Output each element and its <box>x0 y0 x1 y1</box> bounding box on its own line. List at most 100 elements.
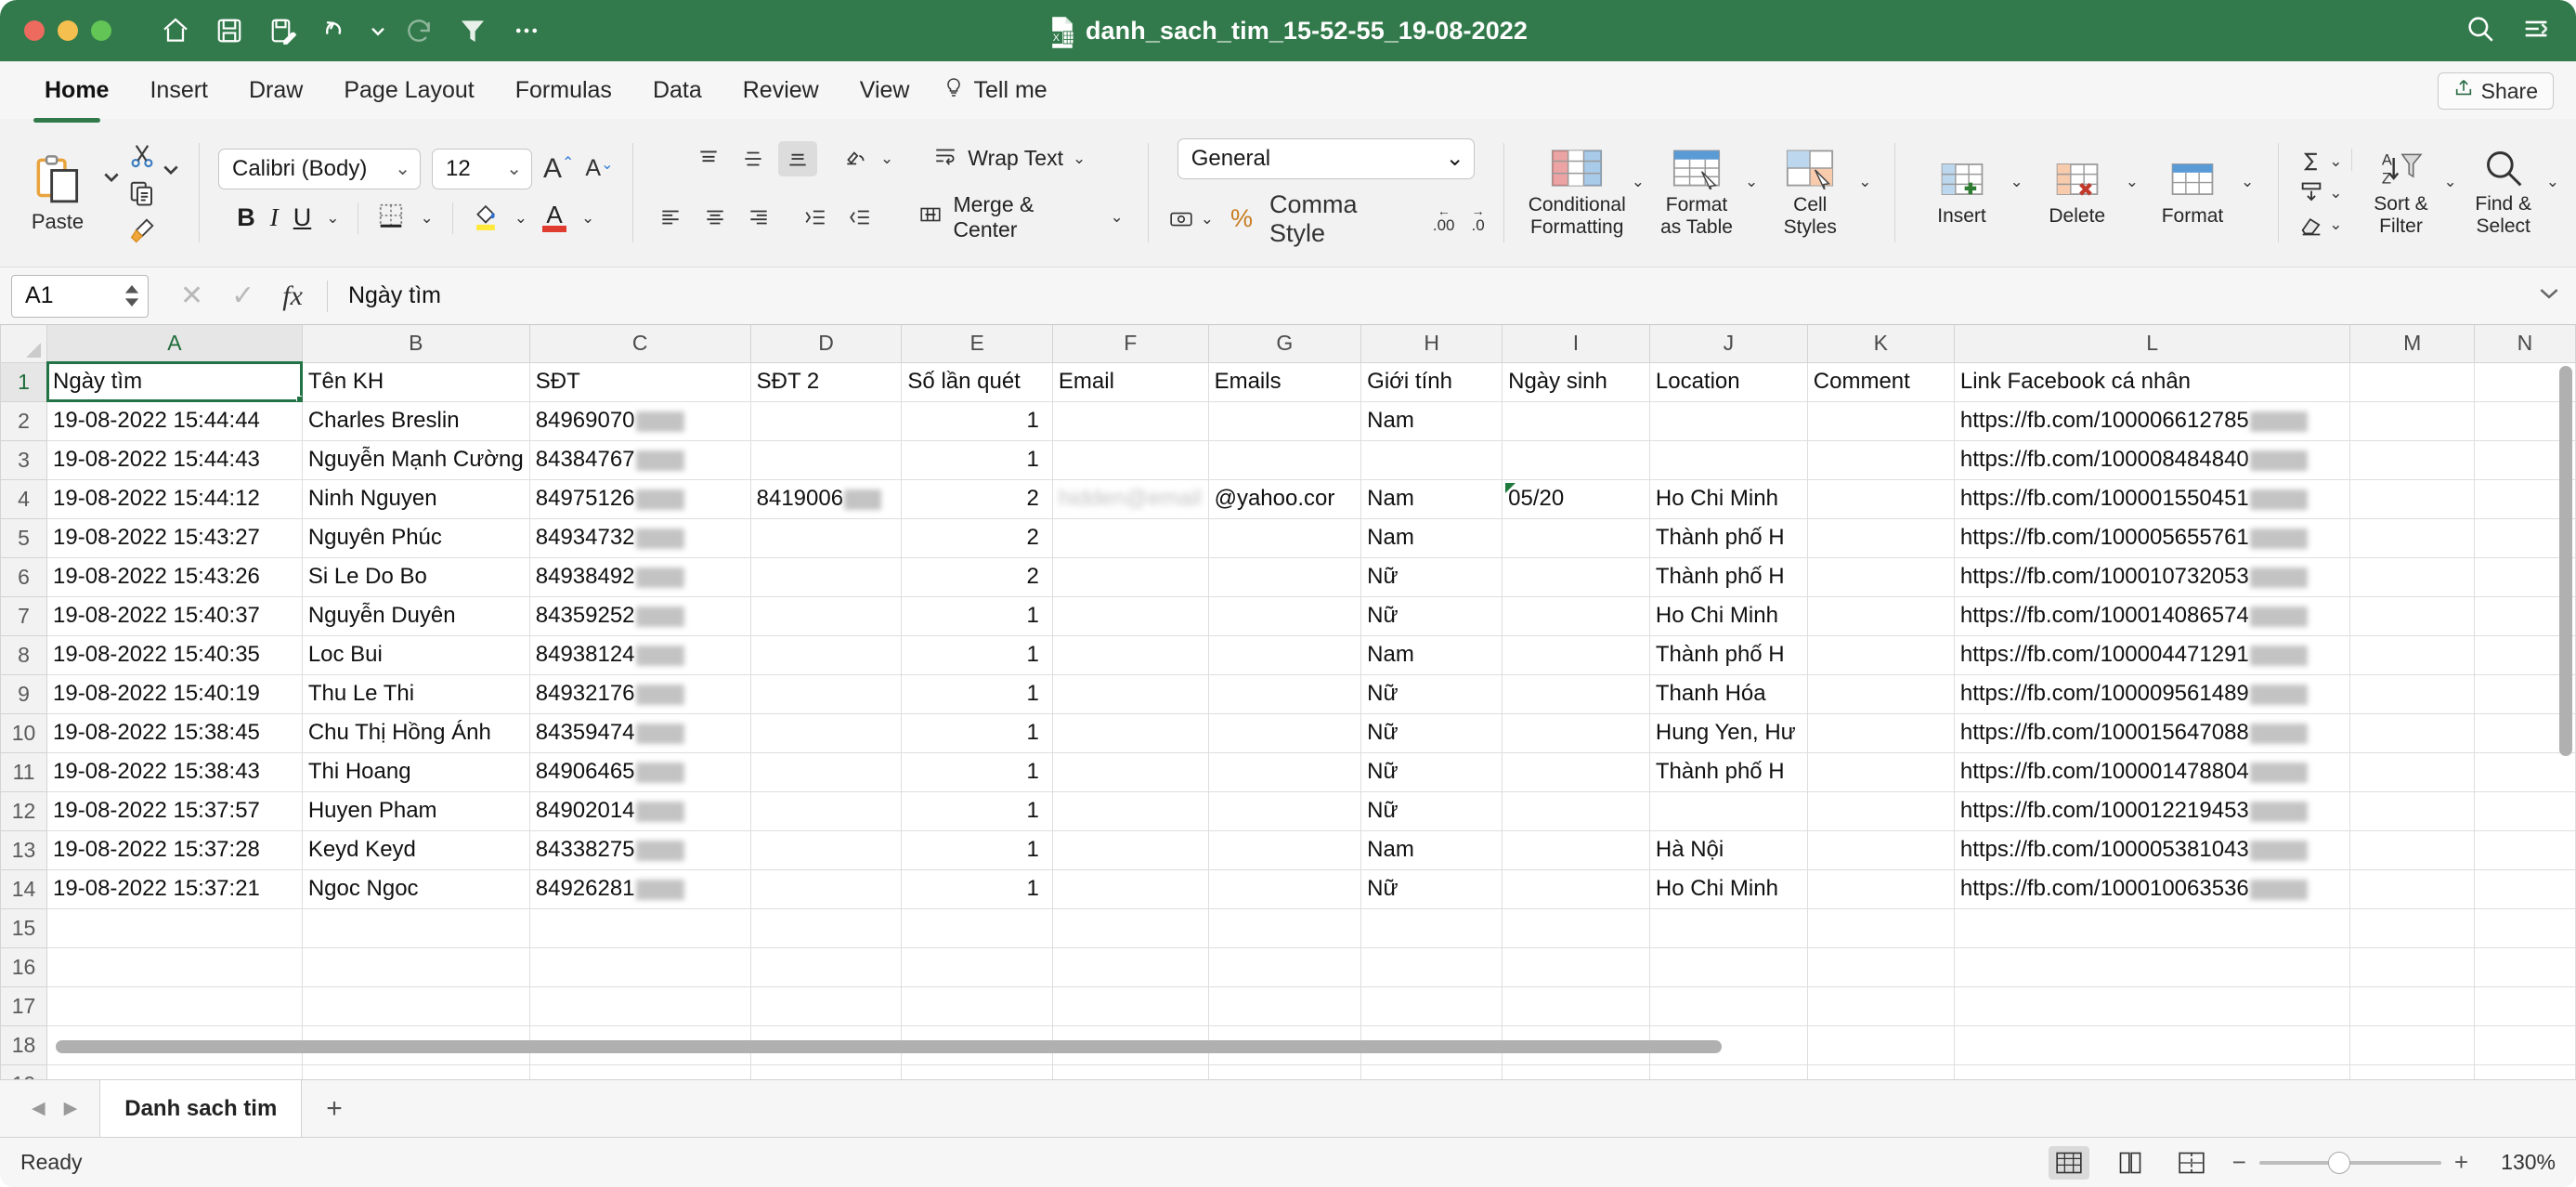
cell-G17[interactable] <box>1207 985 1362 1026</box>
cell-J15[interactable] <box>1648 907 1808 948</box>
cell-F8[interactable] <box>1051 634 1209 675</box>
cell-E2[interactable]: 1 <box>901 400 1053 441</box>
cell-E4[interactable]: 2 <box>901 478 1053 519</box>
cell-G14[interactable] <box>1207 868 1362 909</box>
cell-A5[interactable]: 19-08-2022 15:43:27 <box>46 517 303 558</box>
merge-center-button[interactable]: Merge & Center ⌄ <box>912 188 1128 247</box>
cell-H3[interactable] <box>1360 439 1503 480</box>
cell-K1[interactable]: Comment <box>1806 361 1955 402</box>
cell-G1[interactable]: Emails <box>1207 361 1362 402</box>
home-icon[interactable] <box>150 8 201 53</box>
cell-L8[interactable]: https://fb.com/100004471291 <box>1953 634 2351 675</box>
cell-E5[interactable]: 2 <box>901 517 1053 558</box>
format-painter-button[interactable] <box>128 216 156 244</box>
orientation-dropdown-icon[interactable]: ⌄ <box>880 150 893 166</box>
cell-B5[interactable]: Nguyên Phúc <box>301 517 530 558</box>
cell-H10[interactable]: Nữ <box>1360 712 1503 753</box>
cell-K13[interactable] <box>1806 829 1955 870</box>
cell-E12[interactable]: 1 <box>901 790 1053 831</box>
cell-D14[interactable] <box>749 868 903 909</box>
row-header-18[interactable]: 18 <box>0 1024 48 1065</box>
cell-E17[interactable] <box>901 985 1053 1026</box>
cell-I4[interactable]: 05/20 <box>1502 478 1650 519</box>
cell-H15[interactable] <box>1360 907 1503 948</box>
cell-L12[interactable]: https://fb.com/100012219453 <box>1953 790 2351 831</box>
cell-E10[interactable]: 1 <box>901 712 1053 753</box>
tab-data[interactable]: Data <box>632 61 722 119</box>
tab-view[interactable]: View <box>839 61 930 119</box>
format-cells-dropdown-icon[interactable]: ⌄ <box>2241 174 2254 189</box>
row-header-4[interactable]: 4 <box>0 478 48 519</box>
cell-C11[interactable]: 84906465 <box>528 751 751 792</box>
increase-indent-button[interactable] <box>840 200 878 235</box>
row-header-19[interactable]: 19 <box>0 1063 48 1079</box>
tab-draw[interactable]: Draw <box>228 61 323 119</box>
cancel-icon[interactable]: ✕ <box>180 280 203 312</box>
cell-M14[interactable] <box>2349 868 2475 909</box>
redo-icon[interactable] <box>394 8 444 53</box>
increase-decimal-button[interactable]: ← .00 <box>1433 204 1455 233</box>
column-header-G[interactable]: G <box>1207 325 1362 363</box>
cell-M12[interactable] <box>2349 790 2475 831</box>
cell-I17[interactable] <box>1502 985 1650 1026</box>
cell-C9[interactable]: 84932176 <box>528 673 751 714</box>
cell-G6[interactable] <box>1207 556 1362 597</box>
cell-K11[interactable] <box>1806 751 1955 792</box>
cell-C10[interactable]: 84359474 <box>528 712 751 753</box>
row-header-11[interactable]: 11 <box>0 751 48 792</box>
cell-I7[interactable] <box>1502 595 1650 636</box>
cell-J16[interactable] <box>1648 946 1808 987</box>
cell-L16[interactable] <box>1953 946 2351 987</box>
cell-F2[interactable] <box>1051 400 1209 441</box>
cell-F9[interactable] <box>1051 673 1209 714</box>
confirm-icon[interactable]: ✓ <box>231 280 254 312</box>
column-header-A[interactable]: A <box>46 325 303 363</box>
cell-M16[interactable] <box>2349 946 2475 987</box>
cell-K18[interactable] <box>1806 1024 1955 1065</box>
cell-D10[interactable] <box>749 712 903 753</box>
cell-I2[interactable] <box>1502 400 1650 441</box>
paste-button[interactable]: Paste <box>13 152 102 234</box>
fill-button[interactable]: ⌄ <box>2297 180 2358 206</box>
cell-I8[interactable] <box>1502 634 1650 675</box>
undo-dropdown-icon[interactable] <box>366 8 390 53</box>
cell-D19[interactable] <box>749 1063 903 1079</box>
cell-I3[interactable] <box>1502 439 1650 480</box>
cell-A11[interactable]: 19-08-2022 15:38:43 <box>46 751 303 792</box>
bold-button[interactable]: B <box>237 203 255 232</box>
cell-D15[interactable] <box>749 907 903 948</box>
align-left-button[interactable] <box>651 200 689 235</box>
cell-E14[interactable]: 1 <box>901 868 1053 909</box>
cell-I15[interactable] <box>1502 907 1650 948</box>
sheet-nav-arrows[interactable]: ◀ ▶ <box>13 1098 96 1119</box>
cell-E11[interactable]: 1 <box>901 751 1053 792</box>
cut-button[interactable] <box>128 142 156 170</box>
cell-M10[interactable] <box>2349 712 2475 753</box>
cell-J14[interactable]: Ho Chi Minh <box>1648 868 1808 909</box>
decrease-font-size-button[interactable]: A ⌄ <box>585 155 613 182</box>
row-header-3[interactable]: 3 <box>0 439 48 480</box>
cell-C8[interactable]: 84938124 <box>528 634 751 675</box>
cell-M8[interactable] <box>2349 634 2475 675</box>
cell-L15[interactable] <box>1953 907 2351 948</box>
cell-D5[interactable] <box>749 517 903 558</box>
row-header-1[interactable]: 1 <box>0 361 48 402</box>
column-header-J[interactable]: J <box>1648 325 1808 363</box>
formula-input[interactable]: Ngày tìm <box>348 282 441 309</box>
cell-A13[interactable]: 19-08-2022 15:37:28 <box>46 829 303 870</box>
cell-G4[interactable]: @yahoo.cor <box>1207 478 1362 519</box>
search-icon[interactable] <box>2465 13 2496 49</box>
cell-F5[interactable] <box>1051 517 1209 558</box>
cell-F4[interactable]: hidden@email <box>1051 478 1209 519</box>
cell-G7[interactable] <box>1207 595 1362 636</box>
cell-J1[interactable]: Location <box>1648 361 1808 402</box>
cell-B3[interactable]: Nguyễn Mạnh Cường <box>301 439 530 480</box>
cell-A9[interactable]: 19-08-2022 15:40:19 <box>46 673 303 714</box>
cell-D12[interactable] <box>749 790 903 831</box>
cell-E1[interactable]: Số lần quét <box>901 361 1053 402</box>
cell-M18[interactable] <box>2349 1024 2475 1065</box>
cell-K2[interactable] <box>1806 400 1955 441</box>
undo-icon[interactable] <box>312 8 362 53</box>
tab-review[interactable]: Review <box>722 61 839 119</box>
horizontal-scrollbar[interactable] <box>56 1040 1722 1053</box>
